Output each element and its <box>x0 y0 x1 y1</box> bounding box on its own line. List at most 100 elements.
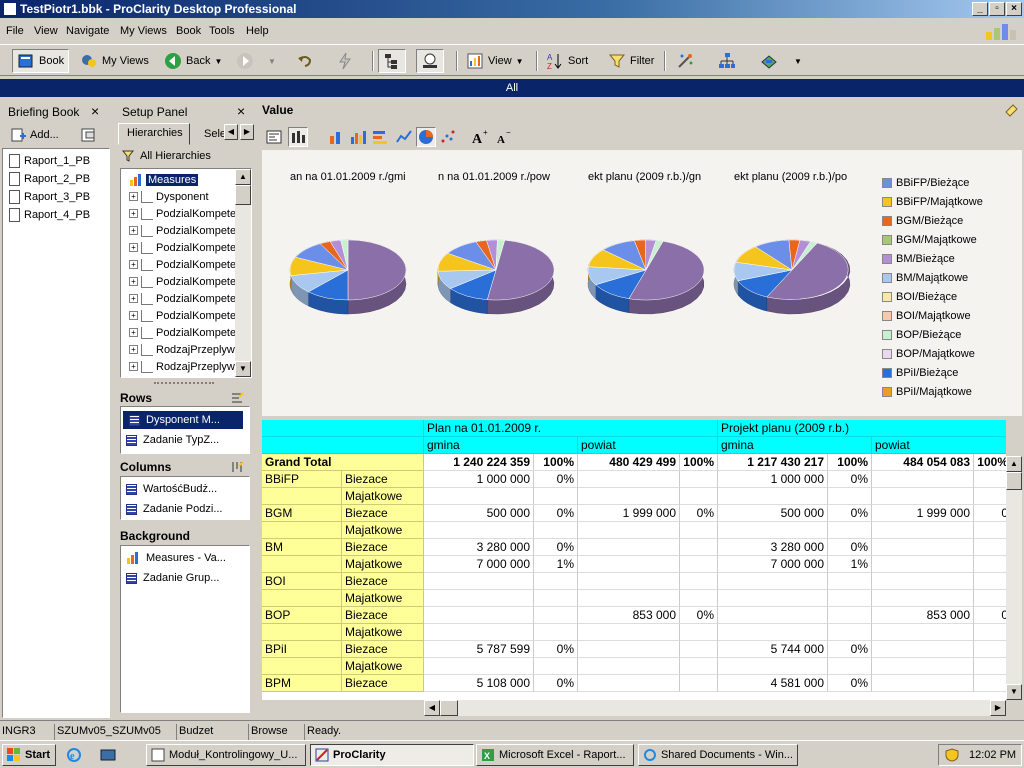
tree-item[interactable]: + PodzialKompeter <box>129 222 240 239</box>
tree-item[interactable]: + PodzialKompeter <box>129 239 240 256</box>
expand-icon[interactable]: + <box>129 294 138 303</box>
row-group-header[interactable]: BPM <box>262 675 342 692</box>
view-button[interactable]: View ▼ <box>462 49 528 73</box>
expand-icon[interactable]: + <box>129 277 138 286</box>
row-header[interactable]: Biezace <box>342 641 424 658</box>
decomposition-tree-button[interactable] <box>672 49 698 73</box>
back-dropdown-icon[interactable]: ▼ <box>214 57 222 66</box>
scroll-thumb[interactable] <box>1006 472 1022 490</box>
book-options-icon[interactable] <box>80 127 104 146</box>
row-header[interactable]: Majatkowe <box>342 522 424 539</box>
menu-file[interactable]: File <box>6 25 24 37</box>
tab-scroll-right-button[interactable]: ▶ <box>240 124 254 140</box>
desktop-quicklaunch-icon[interactable] <box>100 747 116 766</box>
columns-slot-zadanie[interactable]: Zadanie Podzi... <box>126 500 223 518</box>
setup-panel-close-icon[interactable]: × <box>237 103 245 119</box>
scroll-thumb[interactable] <box>235 185 251 205</box>
row-header[interactable]: Majatkowe <box>342 658 424 675</box>
drill-button[interactable] <box>332 49 358 73</box>
grand-total-label[interactable]: Grand Total <box>262 454 424 471</box>
decrease-font-button[interactable]: A − <box>494 127 514 147</box>
tree-item[interactable]: + PodzialKompeter <box>129 256 240 273</box>
tab-scroll-left-button[interactable]: ◀ <box>224 124 238 140</box>
book-page-item[interactable]: Raport_3_PB <box>9 189 90 205</box>
menu-my-views[interactable]: My Views <box>120 25 167 37</box>
tree-item[interactable]: + PodzialKompeter <box>129 307 240 324</box>
menu-help[interactable]: Help <box>246 25 269 37</box>
all-hierarchies-dropdown[interactable]: All Hierarchies <box>122 150 211 162</box>
rows-slot-zadanie[interactable]: Zadanie TypZ... <box>126 431 219 449</box>
row-header[interactable]: Biezace <box>342 539 424 556</box>
row-header[interactable]: Biezace <box>342 471 424 488</box>
expand-icon[interactable]: + <box>129 226 138 235</box>
tree-item[interactable]: + PodzialKompeter <box>129 205 240 222</box>
column-group-header[interactable]: Projekt planu (2009 r.b.) <box>718 420 1006 437</box>
chart-grid-toggle-button[interactable] <box>288 127 308 147</box>
column-sub-header[interactable]: powiat <box>578 437 718 454</box>
scroll-thumb[interactable] <box>440 700 458 716</box>
hierarchy-scrollbar[interactable]: ▲ ▼ <box>235 169 251 377</box>
tree-item[interactable]: + RodzajPrzeplywu <box>129 358 241 375</box>
bar-chart-button[interactable] <box>348 127 368 147</box>
column-sub-header[interactable]: gmina <box>718 437 872 454</box>
horizontal-bar-button[interactable] <box>370 127 390 147</box>
minimize-button[interactable]: _ <box>972 2 988 16</box>
expand-icon[interactable]: + <box>129 192 138 201</box>
expand-icon[interactable]: + <box>129 328 138 337</box>
background-slot-zadanie[interactable]: Zadanie Grup... <box>126 569 219 587</box>
line-chart-button[interactable] <box>394 127 414 147</box>
row-header[interactable]: Majatkowe <box>342 488 424 505</box>
publish-button[interactable]: ▼ <box>756 49 806 73</box>
scroll-up-button[interactable]: ▲ <box>235 169 251 185</box>
chart-properties-button[interactable] <box>264 127 284 147</box>
row-group-header[interactable]: BOP <box>262 607 342 624</box>
back-button[interactable]: Back ▼ <box>160 49 226 73</box>
row-header[interactable]: Biezace <box>342 573 424 590</box>
pie-chart[interactable] <box>587 239 705 315</box>
expand-icon[interactable]: + <box>129 345 138 354</box>
row-group-header[interactable]: BGM <box>262 505 342 522</box>
row-group-header[interactable] <box>262 658 342 675</box>
row-header[interactable]: Biezace <box>342 505 424 522</box>
scroll-down-button[interactable]: ▼ <box>235 361 251 377</box>
filter-button[interactable]: Filter <box>604 49 658 73</box>
column-sub-header[interactable]: gmina <box>424 437 578 454</box>
expand-icon[interactable]: + <box>129 243 138 252</box>
grid-vertical-scrollbar[interactable]: ▲ ▼ <box>1006 456 1022 700</box>
hierarchy-button[interactable] <box>714 49 740 73</box>
row-group-header[interactable] <box>262 590 342 607</box>
increase-font-button[interactable]: A + <box>470 127 490 147</box>
tree-item[interactable]: + Dysponent <box>129 188 209 205</box>
tree-item[interactable]: + PodzialKompeter <box>129 273 240 290</box>
row-group-header[interactable]: BM <box>262 539 342 556</box>
menu-tools[interactable]: Tools <box>209 25 235 37</box>
row-group-header[interactable]: BOI <box>262 573 342 590</box>
undo-button[interactable] <box>292 49 318 73</box>
pie-chart[interactable] <box>733 239 851 315</box>
row-group-header[interactable] <box>262 556 342 573</box>
pie-charts[interactable] <box>262 150 872 416</box>
row-group-header[interactable] <box>262 522 342 539</box>
scatter-chart-button[interactable] <box>438 127 458 147</box>
tree-item[interactable]: + PodzialKompeter <box>129 324 240 341</box>
splitter-grip[interactable] <box>154 382 214 386</box>
row-header[interactable]: Biezace <box>342 607 424 624</box>
briefing-book-close-icon[interactable]: × <box>91 103 99 119</box>
book-button[interactable]: Book <box>12 49 70 73</box>
start-button[interactable]: Start <box>2 744 56 766</box>
security-shield-icon[interactable] <box>945 748 959 762</box>
row-group-header[interactable] <box>262 488 342 505</box>
book-page-item[interactable]: Raport_2_PB <box>9 171 90 187</box>
scroll-right-button[interactable]: ▶ <box>990 700 1006 716</box>
row-header[interactable]: Majatkowe <box>342 590 424 607</box>
pie-chart-button[interactable] <box>416 127 436 147</box>
columns-options-icon[interactable] <box>230 460 244 477</box>
grid-horizontal-scrollbar[interactable]: ◀ ▶ <box>424 700 1006 716</box>
scroll-up-button[interactable]: ▲ <box>1006 456 1022 472</box>
taskbar-item-modul[interactable]: Moduł_Kontrolingowy_U... <box>146 744 306 766</box>
tree-item[interactable]: + PodzialKompeter <box>129 290 240 307</box>
tab-selection[interactable]: Sele <box>192 126 228 144</box>
menu-navigate[interactable]: Navigate <box>66 25 109 37</box>
rows-slot-dysponent[interactable]: Dysponent M... <box>123 411 243 429</box>
data-layout-toggle-button[interactable] <box>416 49 444 73</box>
